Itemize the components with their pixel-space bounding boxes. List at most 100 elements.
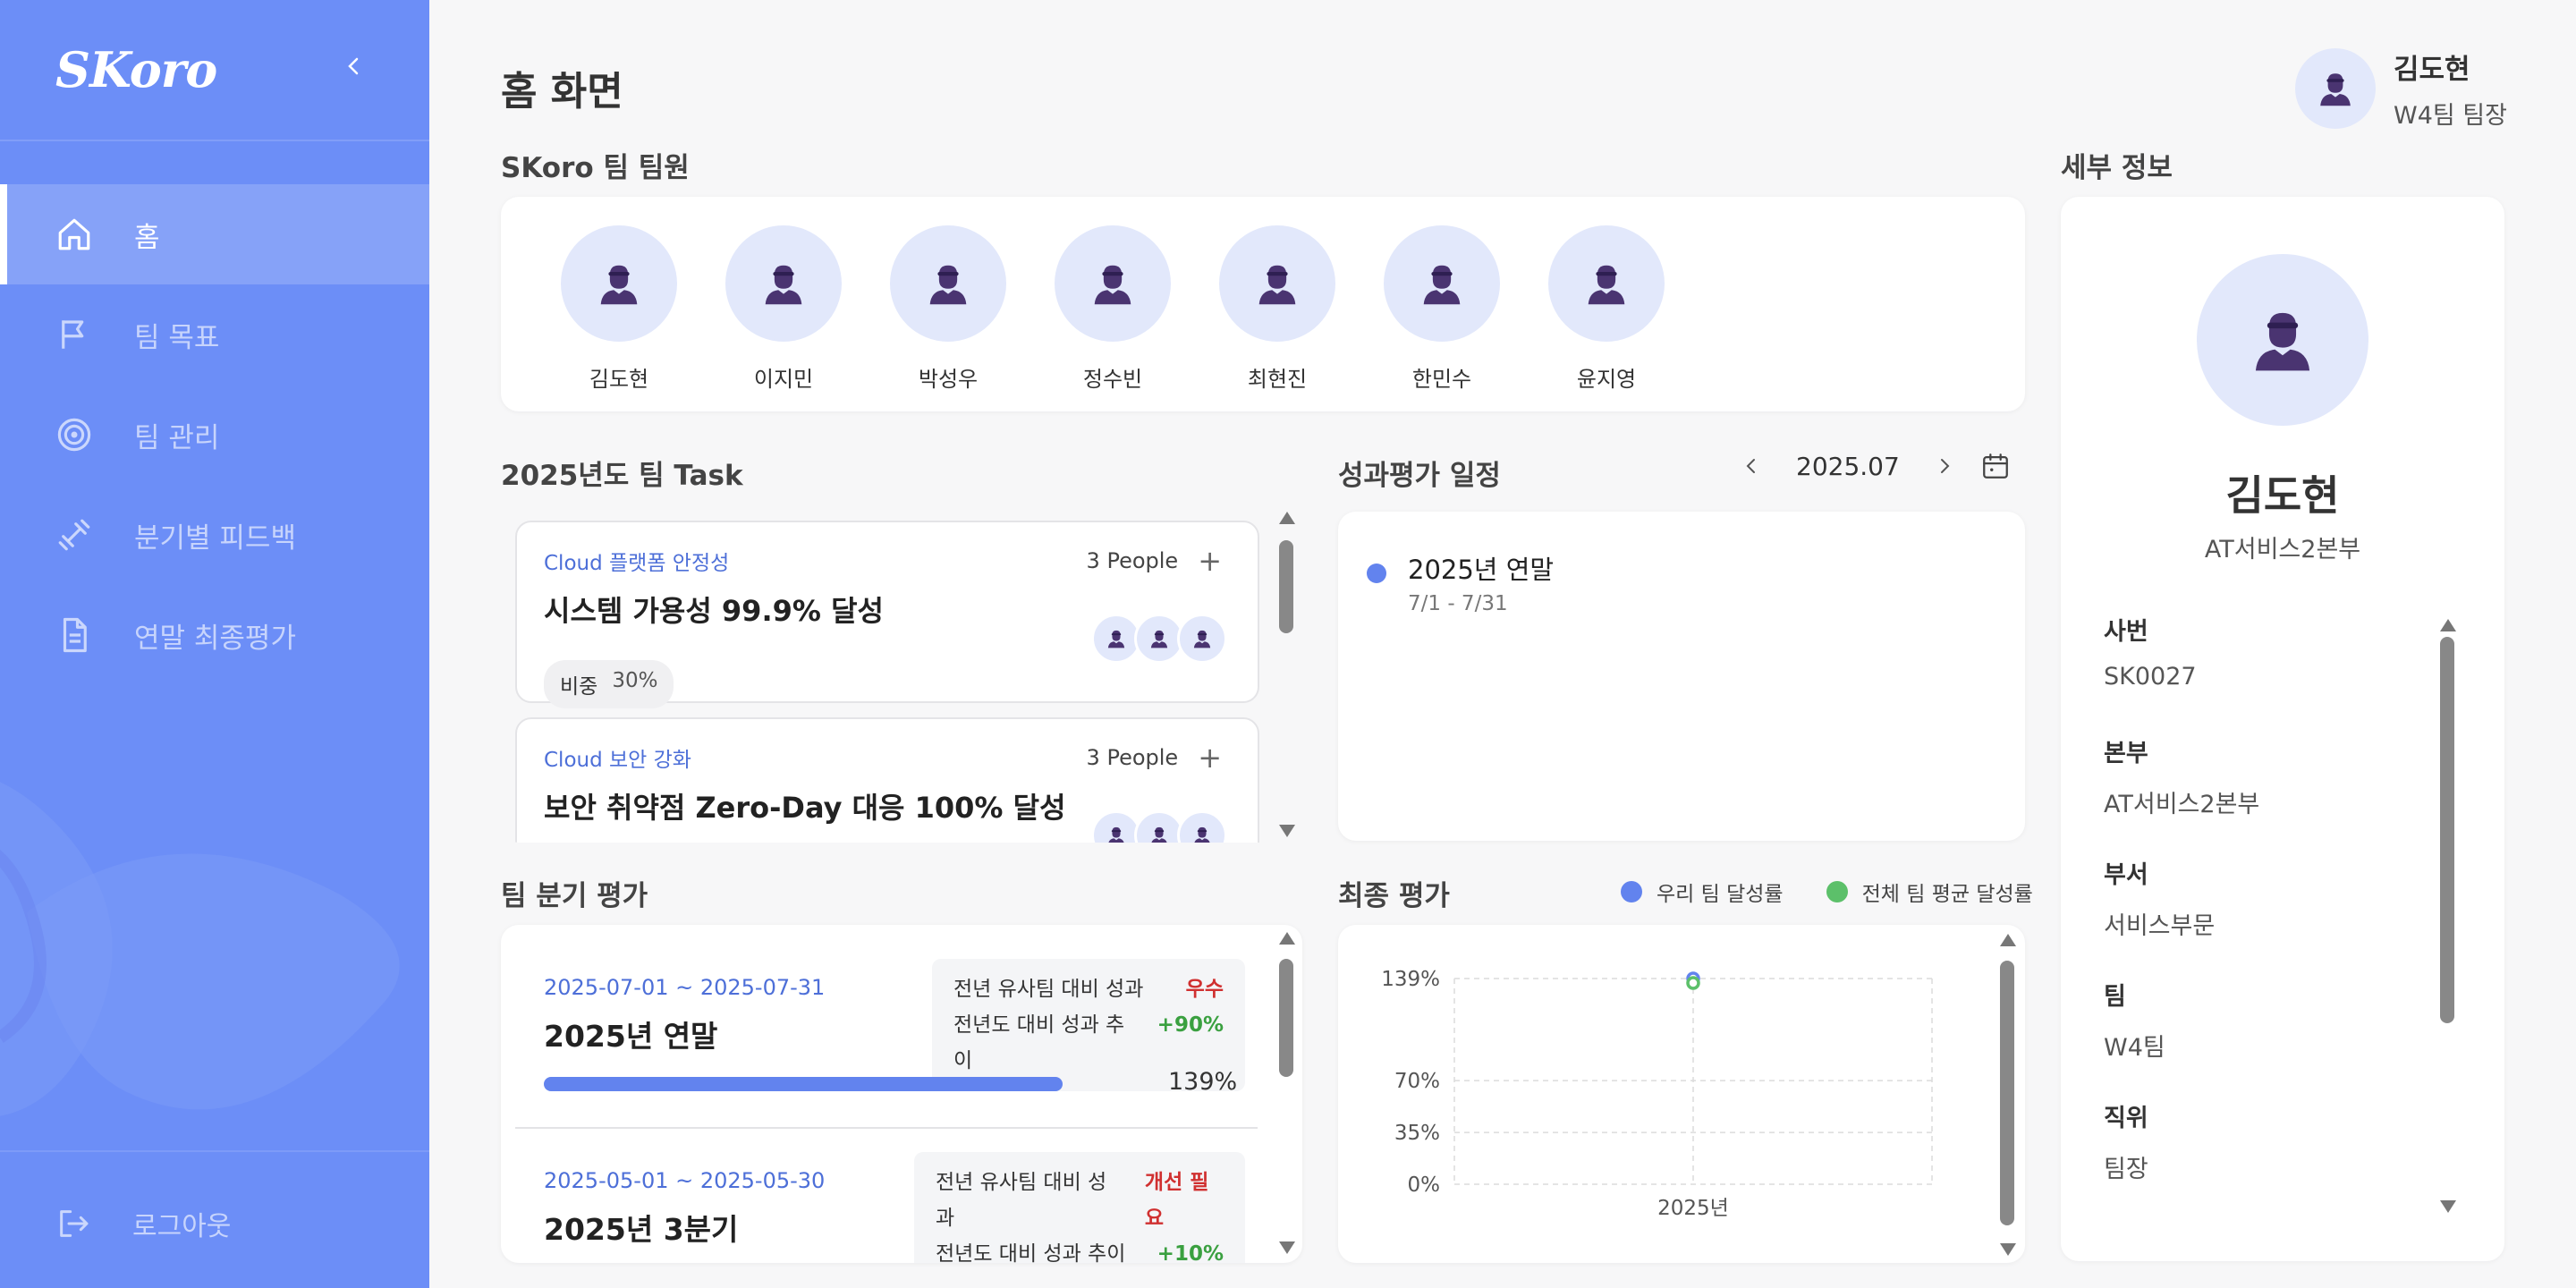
legend-dot — [1826, 881, 1848, 902]
logout-label: 로그아웃 — [132, 1211, 232, 1242]
scroll-up-arrow[interactable] — [1279, 932, 1295, 945]
avatar — [2197, 254, 2368, 426]
plus-icon[interactable]: + — [1198, 544, 1222, 578]
calendar-icon[interactable] — [1980, 451, 2011, 481]
sidebar-nav: 홈 팀 목표 팀 관리 분기별 피드백 연말 최종평가 — [0, 184, 429, 685]
person-icon — [2314, 67, 2357, 110]
avatar — [1055, 225, 1171, 342]
field-label: 팀 — [2104, 983, 2126, 1011]
detail-scrollbar[interactable] — [2440, 619, 2456, 1213]
member-item[interactable]: 박성우 — [866, 225, 1030, 411]
schedule-item[interactable]: 2025년 연말 7/1 - 7/31 — [1367, 549, 1996, 615]
quarter-eval-item[interactable]: 2025-05-01 ~ 2025-05-30 2025년 3분기 전년 유사팀… — [515, 1152, 1245, 1263]
dumbbell-icon — [58, 519, 90, 551]
legend-dot — [1621, 881, 1642, 902]
plus-icon[interactable]: + — [1198, 741, 1222, 775]
user-profile[interactable]: 김도현 W4팀 팀장 — [2295, 47, 2507, 131]
app-logo[interactable]: SKoro — [55, 41, 217, 98]
person-icon — [1148, 824, 1171, 843]
quarter-divider — [515, 1127, 1258, 1129]
member-name: 이지민 — [753, 367, 814, 392]
summary-label: 전년도 대비 성과 추이 — [953, 1013, 1125, 1072]
sidebar-item-team-management[interactable]: 팀 관리 — [0, 385, 429, 485]
member-item[interactable]: 정수빈 — [1030, 225, 1195, 411]
person-icon — [1105, 824, 1128, 843]
scroll-thumb[interactable] — [1279, 959, 1293, 1077]
person-icon — [1191, 824, 1214, 843]
task-card[interactable]: Cloud 플랫폼 안정성 시스템 가용성 99.9% 달성 3 People … — [515, 521, 1259, 708]
chart-y-tick-label: 70% — [1394, 1070, 1440, 1093]
field-value: AT서비스2본부 — [2104, 791, 2260, 818]
scroll-thumb[interactable] — [2000, 961, 2014, 1225]
legend-label: 우리 팀 달성률 — [1657, 883, 1784, 906]
member-item[interactable]: 최현진 — [1195, 225, 1360, 411]
member-name: 최현진 — [1247, 367, 1308, 392]
logout-button[interactable]: 로그아웃 — [55, 1204, 231, 1243]
member-name: 윤지영 — [1576, 367, 1637, 392]
member-item[interactable]: 김도현 — [537, 225, 701, 411]
member-item[interactable]: 한민수 — [1360, 225, 1524, 411]
avatar — [1384, 225, 1500, 342]
field-label: 본부 — [2104, 740, 2148, 767]
chart-y-tick-label: 139% — [1381, 968, 1440, 991]
field-label: 부서 — [2104, 861, 2148, 889]
quarter-eval-item[interactable]: 2025-07-01 ~ 2025-07-31 2025년 연말 전년 유사팀 … — [515, 959, 1245, 1091]
sidebar-item-home[interactable]: 홈 — [0, 184, 429, 284]
target-icon — [57, 418, 91, 452]
scroll-up-arrow[interactable] — [1279, 512, 1295, 524]
scroll-thumb[interactable] — [2440, 637, 2454, 1023]
sidebar-item-year-end-evaluation[interactable]: 연말 최종평가 — [0, 585, 429, 685]
sidebar-bottom-divider — [0, 1150, 429, 1152]
weight-value: 30% — [612, 669, 658, 692]
legend-label: 전체 팀 평균 달성률 — [1861, 883, 2033, 906]
member-item[interactable]: 윤지영 — [1524, 225, 1689, 411]
page-title: 홈 화면 — [501, 69, 623, 114]
sidebar-collapse-button[interactable] — [336, 48, 372, 84]
sidebar-item-quarterly-feedback[interactable]: 분기별 피드백 — [0, 485, 429, 585]
sidebar-item-label: 홈 — [134, 221, 160, 254]
avatar — [1177, 810, 1227, 843]
chevron-right-icon[interactable] — [1934, 455, 1955, 477]
field-value: 서비스부문 — [2104, 912, 2216, 940]
task-card[interactable]: Cloud 보안 강화 보안 취약점 Zero-Day 대응 100% 달성 3… — [515, 717, 1259, 843]
summary-value: +10% — [1157, 1242, 1224, 1263]
final-scrollbar[interactable] — [2000, 934, 2016, 1256]
quarter-progress-label: 139% — [1168, 1068, 1238, 1096]
avatar — [725, 225, 842, 342]
quarter-scrollbar[interactable] — [1279, 932, 1295, 1254]
chevron-left-icon[interactable] — [1741, 455, 1762, 477]
chart-point — [1686, 976, 1700, 990]
sidebar-item-team-goals[interactable]: 팀 목표 — [0, 284, 429, 385]
detail-dept: AT서비스2본부 — [2204, 536, 2361, 564]
task-people-count: 3 People — [1086, 745, 1179, 770]
person-icon — [1105, 627, 1128, 650]
sidebar-decoration — [0, 782, 400, 1116]
detail-section-title: 세부 정보 — [2061, 152, 2173, 184]
task-list: Cloud 플랫폼 안정성 시스템 가용성 99.9% 달성 3 People … — [501, 506, 1302, 843]
task-scrollbar[interactable] — [1279, 512, 1295, 837]
sidebar: SKoro 홈 팀 목표 팀 관리 분기별 피드백 연말 최종평가 로그아웃 — [0, 0, 429, 1288]
field-value: W4팀 — [2104, 1034, 2165, 1062]
scroll-up-arrow[interactable] — [2440, 619, 2456, 631]
member-item[interactable]: 이지민 — [701, 225, 866, 411]
scroll-up-arrow[interactable] — [2000, 934, 2016, 946]
quarter-eval-section-title: 팀 분기 평가 — [501, 880, 648, 912]
members-section-title: SKoro 팀 팀원 — [501, 152, 690, 184]
member-name: 한민수 — [1411, 367, 1472, 392]
person-icon — [1580, 258, 1632, 309]
summary-label: 전년 유사팀 대비 성과 — [953, 978, 1144, 1001]
scroll-thumb[interactable] — [1279, 540, 1293, 633]
scroll-down-arrow[interactable] — [1279, 825, 1295, 837]
summary-label: 전년 유사팀 대비 성과 — [936, 1171, 1107, 1230]
field-value: 팀장 — [2104, 1156, 2148, 1183]
scroll-down-arrow[interactable] — [1279, 1241, 1295, 1254]
chart-x-tick-label: 2025년 — [1657, 1197, 1729, 1220]
field-label: 직위 — [2104, 1105, 2148, 1132]
sidebar-item-label: 분기별 피드백 — [134, 521, 296, 555]
avatar — [1177, 614, 1227, 664]
scroll-down-arrow[interactable] — [2000, 1243, 2016, 1256]
summary-value: 개선 필요 — [1144, 1171, 1209, 1230]
detail-card: 김도현 AT서비스2본부 사번 SK0027 본부 AT서비스2본부 부서 서비스부문… — [2061, 197, 2504, 1261]
quarter-summary-box: 전년 유사팀 대비 성과 개선 필요 전년도 대비 성과 추이 +10% — [914, 1152, 1245, 1263]
scroll-down-arrow[interactable] — [2440, 1200, 2456, 1213]
